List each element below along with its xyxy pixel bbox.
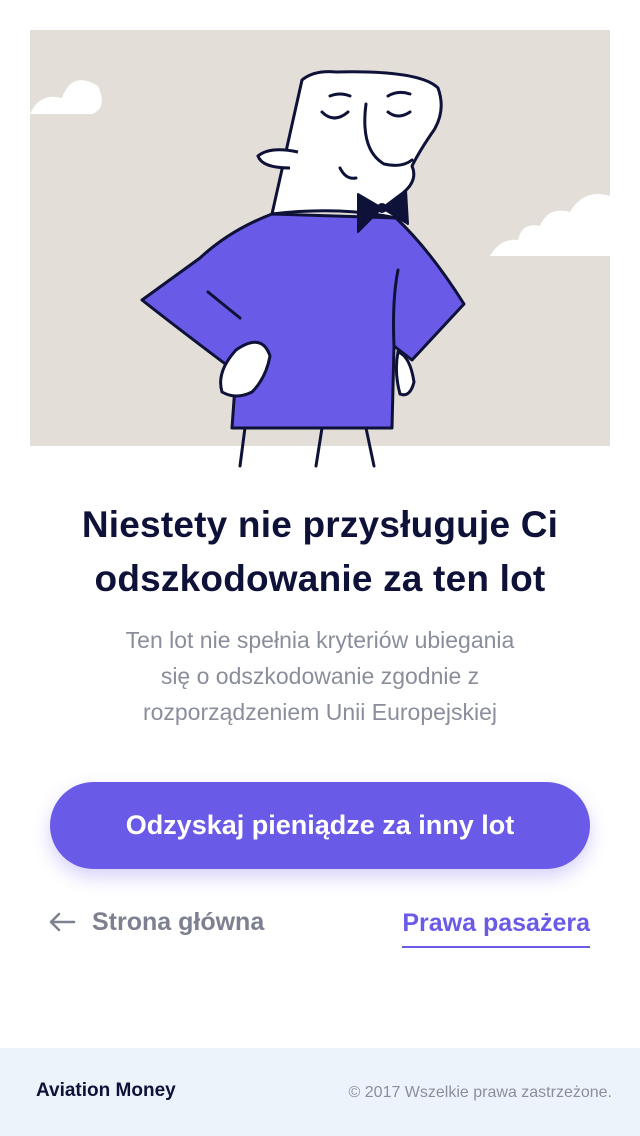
- cloud-right: [490, 194, 610, 256]
- result-description-line3: rozporządzeniem Unii Europejskiej: [142, 699, 498, 725]
- cloud-left: [30, 80, 102, 114]
- result-description-line2: się o odszkodowanie zgodnie z: [160, 663, 480, 689]
- brand-name: Aviation Money: [36, 1080, 176, 1101]
- home-link-label: Strona główna: [92, 907, 265, 936]
- passenger-rights-link[interactable]: Prawa pasażera: [402, 900, 590, 948]
- result-title-line2: odszkodowanie za ten lot: [94, 558, 546, 599]
- shirt: [140, 212, 466, 430]
- footer: Aviation Money © 2017 Wszelkie prawa zas…: [0, 1048, 640, 1136]
- result-title-line1: Niestety nie przysługuje Ci: [81, 504, 559, 545]
- home-link[interactable]: Strona główna: [48, 900, 264, 944]
- copyright-text: © 2017 Wszelkie prawa zastrzeżone.: [348, 1084, 612, 1101]
- arrow-left-icon: [49, 912, 76, 932]
- passenger-rights-label: Prawa pasażera: [402, 908, 590, 937]
- result-description: Ten lot nie spełnia kryteriów ubiegania …: [70, 622, 570, 730]
- result-description-line1: Ten lot nie spełnia kryteriów ubiegania: [125, 627, 515, 653]
- head: [270, 70, 443, 220]
- result-title: Niestety nie przysługuje Ci odszkodowani…: [20, 498, 620, 606]
- recover-money-button[interactable]: Odzyskaj pieniądze za inny lot: [50, 782, 590, 869]
- man-with-bow-tie-illustration: [30, 70, 610, 468]
